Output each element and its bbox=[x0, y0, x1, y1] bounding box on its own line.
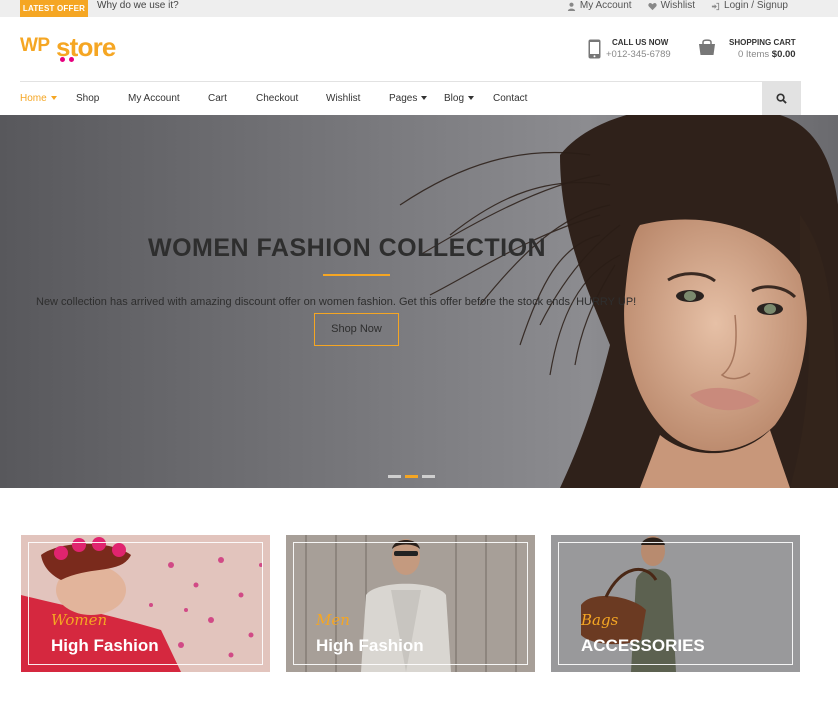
category-heading: ACCESSORIES bbox=[581, 636, 705, 655]
my-account-link-label: My Account bbox=[579, 0, 632, 11]
shopping-cart-label: SHOPPING CART bbox=[729, 38, 796, 47]
category-card-men[interactable]: Men High Fashion bbox=[286, 535, 535, 672]
shop-now-button[interactable]: Shop Now bbox=[314, 313, 399, 346]
nav-item-shop[interactable]: Shop bbox=[76, 82, 99, 115]
nav-item-home-label: Home bbox=[20, 93, 47, 104]
top-bar: LATEST OFFER Why do we use it? My Accoun… bbox=[0, 0, 838, 17]
slider-dot-active[interactable] bbox=[405, 475, 418, 478]
wpstore-logo[interactable]: WP store bbox=[20, 32, 130, 65]
nav-item-contact[interactable]: Contact bbox=[493, 82, 527, 115]
category-card-bags[interactable]: Bags ACCESSORIES bbox=[551, 535, 800, 672]
latest-offer-badge: LATEST OFFER bbox=[20, 0, 88, 17]
caret-down-icon bbox=[421, 96, 428, 101]
hero-slider: WOMEN FASHION COLLECTION New collection … bbox=[0, 115, 838, 488]
slider-pagination bbox=[388, 475, 435, 478]
nav-item-blog-label: Blog bbox=[444, 93, 465, 104]
main-navigation: Home Shop My Account Cart Checkout Wishl… bbox=[20, 81, 801, 115]
category-heading: High Fashion bbox=[51, 636, 159, 655]
caret-down-icon bbox=[50, 96, 57, 101]
category-card-women[interactable]: Women High Fashion bbox=[21, 535, 270, 672]
category-heading: High Fashion bbox=[316, 636, 424, 655]
logo-cart-wheel-icon bbox=[69, 57, 74, 62]
call-us-label: CALL US NOW bbox=[612, 38, 669, 47]
offer-ticker-text[interactable]: Why do we use it? bbox=[97, 0, 179, 12]
nav-item-checkout[interactable]: Checkout bbox=[256, 82, 298, 115]
my-account-link[interactable]: My Account bbox=[567, 0, 632, 12]
cart-total: $0.00 bbox=[771, 49, 796, 60]
login-signup-link[interactable]: Login / Signup bbox=[711, 0, 788, 12]
call-us-block: CALL US NOW +012-345-6789 bbox=[588, 38, 678, 62]
slider-dot[interactable] bbox=[422, 475, 435, 478]
nav-item-blog[interactable]: Blog bbox=[444, 82, 475, 115]
hero-title-underline bbox=[323, 274, 390, 276]
heart-icon bbox=[647, 2, 657, 10]
slider-dot[interactable] bbox=[388, 475, 401, 478]
shopping-bag-icon bbox=[699, 39, 715, 55]
sign-in-icon bbox=[711, 2, 720, 10]
hero-title: WOMEN FASHION COLLECTION bbox=[148, 234, 547, 262]
top-links: My Account Wishlist Login / Signup bbox=[567, 0, 788, 12]
caret-down-icon bbox=[468, 96, 475, 101]
hero-subtitle: New collection has arrived with amazing … bbox=[36, 296, 637, 308]
category-script-label: Men bbox=[316, 611, 350, 629]
nav-item-wishlist[interactable]: Wishlist bbox=[326, 82, 360, 115]
search-icon bbox=[776, 93, 787, 104]
logo-cart-wheel-icon bbox=[60, 57, 65, 62]
user-icon bbox=[567, 2, 575, 11]
wishlist-link-label: Wishlist bbox=[660, 0, 696, 11]
category-script-label: Women bbox=[51, 611, 108, 629]
login-signup-link-label: Login / Signup bbox=[724, 0, 788, 11]
nav-item-pages[interactable]: Pages bbox=[389, 82, 428, 115]
cart-item-count: 0 Items bbox=[738, 49, 770, 60]
cart-summary: 0 Items $0.00 bbox=[738, 49, 796, 60]
nav-item-home[interactable]: Home bbox=[20, 82, 57, 115]
logo-prefix: WP bbox=[20, 35, 50, 56]
category-script-label: Bags bbox=[581, 611, 619, 629]
phone-number: +012-345-6789 bbox=[606, 49, 671, 60]
search-button[interactable] bbox=[762, 82, 801, 115]
nav-item-cart[interactable]: Cart bbox=[208, 82, 227, 115]
mobile-phone-icon bbox=[588, 39, 601, 59]
shopping-cart-block[interactable]: SHOPPING CART 0 Items $0.00 bbox=[698, 38, 798, 62]
nav-item-pages-label: Pages bbox=[389, 93, 418, 104]
nav-item-my-account[interactable]: My Account bbox=[128, 82, 180, 115]
wishlist-link[interactable]: Wishlist bbox=[647, 0, 696, 12]
